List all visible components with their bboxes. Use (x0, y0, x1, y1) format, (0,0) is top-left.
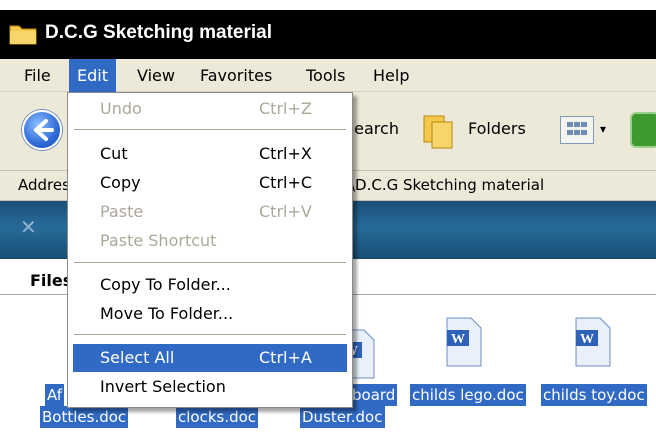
folders-icon (423, 115, 453, 149)
file-label[interactable]: clocks.doc (176, 406, 259, 428)
file-label[interactable]: childs lego.doc (410, 384, 526, 406)
files-header: Files (30, 271, 73, 290)
menu-file[interactable]: File (16, 59, 59, 92)
menu-view[interactable]: View (129, 59, 183, 92)
address-field[interactable]: \D.C.G Sketching material (350, 176, 544, 194)
edit-menu-dropdown: Undo Ctrl+Z Cut Ctrl+X Copy Ctrl+C Paste… (67, 92, 353, 408)
menu-tools[interactable]: Tools (298, 59, 353, 92)
file-label[interactable]: board (350, 384, 398, 406)
go-icon[interactable] (630, 112, 656, 148)
menu-bar: File Edit View Favorites Tools Help (0, 59, 656, 92)
menu-item-select-all[interactable]: Select All Ctrl+A (73, 344, 347, 372)
menu-favorites[interactable]: Favorites (192, 59, 280, 92)
menu-item-copy-to-folder[interactable]: Copy To Folder... (73, 271, 347, 299)
file-label[interactable]: Duster.doc (300, 406, 385, 428)
file-label[interactable]: Bottles.doc (40, 406, 129, 428)
menu-item-paste[interactable]: Paste Ctrl+V (73, 198, 347, 226)
views-dropdown-arrow-icon[interactable]: ▾ (600, 122, 606, 136)
menu-help[interactable]: Help (365, 59, 417, 92)
menu-item-copy[interactable]: Copy Ctrl+C (73, 169, 347, 197)
menu-item-cut[interactable]: Cut Ctrl+X (73, 140, 347, 168)
word-doc-icon[interactable]: W (443, 316, 485, 368)
menu-item-move-to-folder[interactable]: Move To Folder... (73, 300, 347, 328)
menu-separator (74, 129, 346, 130)
word-doc-icon[interactable]: W (572, 316, 614, 368)
folder-icon (9, 25, 37, 45)
menu-item-undo[interactable]: Undo Ctrl+Z (73, 95, 347, 123)
menu-item-invert-selection[interactable]: Invert Selection (73, 373, 347, 401)
menu-edit[interactable]: Edit (69, 59, 116, 92)
window-title: D.C.G Sketching material (45, 22, 273, 43)
back-arrow-icon[interactable] (22, 110, 62, 150)
views-icon[interactable] (560, 116, 594, 144)
svg-text:W: W (451, 332, 465, 347)
svg-text:W: W (580, 332, 594, 347)
menu-separator (74, 262, 346, 263)
file-label[interactable]: childs toy.doc (541, 384, 647, 406)
folders-button[interactable]: Folders (468, 119, 526, 138)
menu-separator (74, 334, 346, 335)
file-label[interactable]: Af (45, 384, 65, 406)
close-icon[interactable]: ✕ (20, 215, 37, 239)
menu-item-paste-shortcut[interactable]: Paste Shortcut (73, 227, 347, 255)
